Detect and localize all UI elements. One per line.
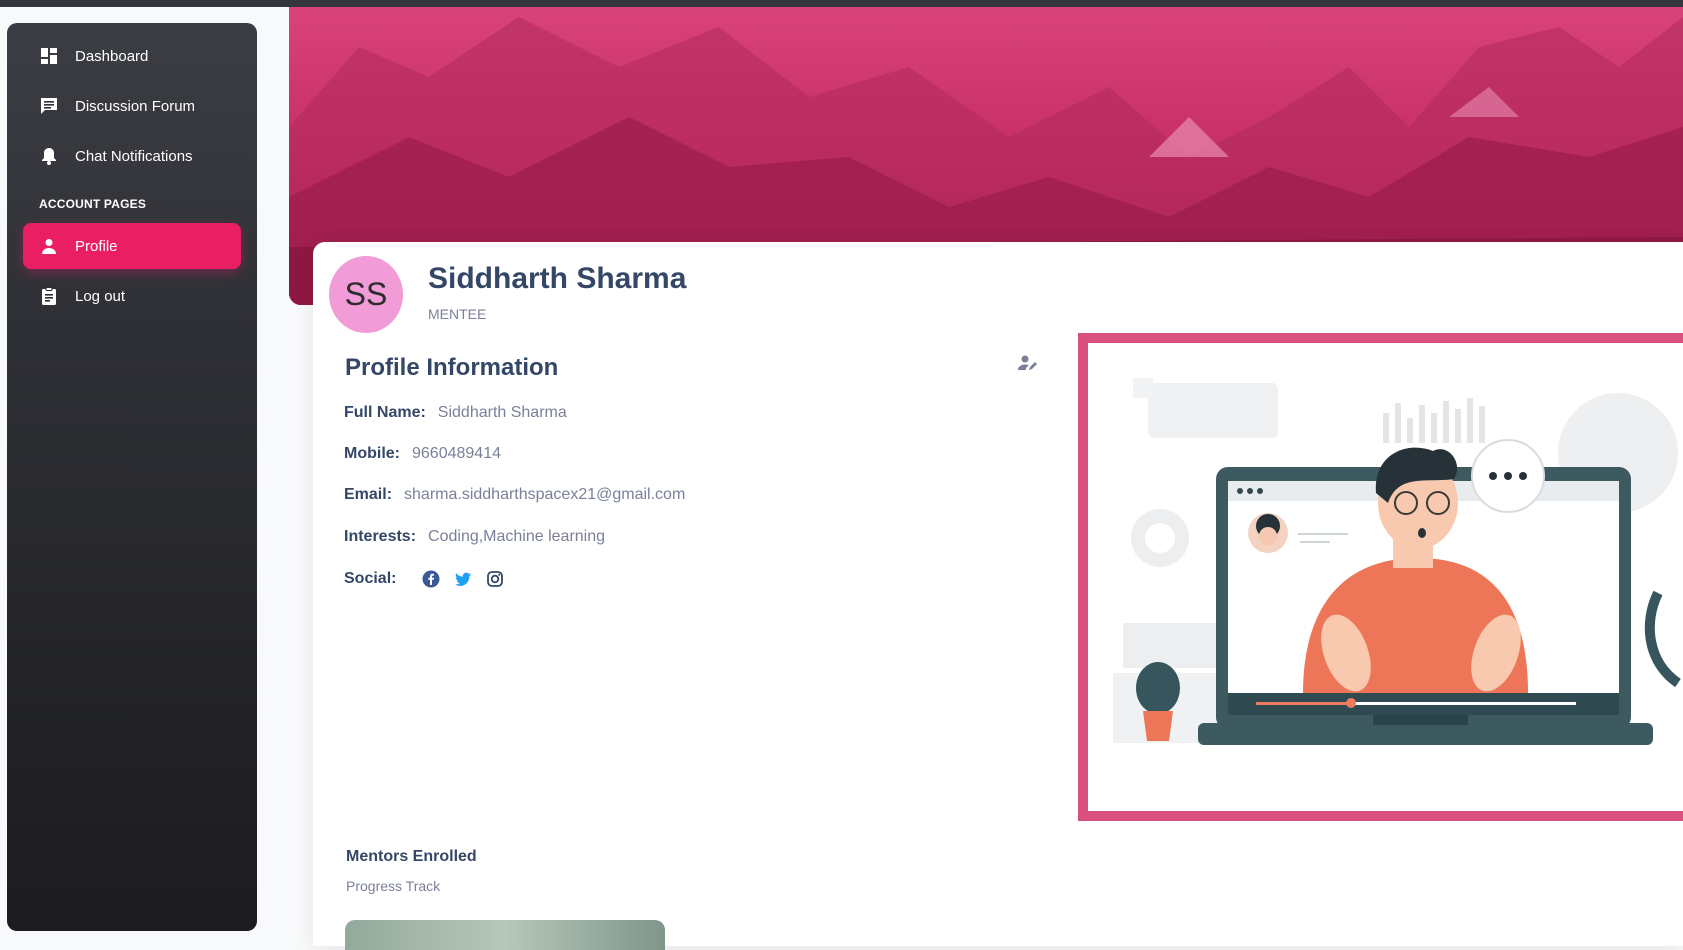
mentors-enrolled-subtitle: Progress Track — [346, 878, 441, 894]
info-row-interests: Interests: Coding,Machine learning — [344, 528, 605, 546]
clipboard-icon — [39, 286, 59, 306]
facebook-icon[interactable] — [422, 570, 440, 588]
info-value: sharma.siddharthspacex21@gmail.com — [404, 486, 686, 503]
sidebar-item-label: Dashboard — [75, 47, 149, 65]
sidebar-item-label: Discussion Forum — [75, 97, 196, 115]
info-row-full-name: Full Name: Siddharth Sharma — [344, 404, 567, 422]
top-bar — [0, 0, 1683, 7]
profile-name: Siddharth Sharma — [428, 262, 687, 295]
profile-information-title: Profile Information — [345, 354, 559, 381]
section-title-account-pages: ACCOUNT PAGES — [39, 197, 147, 211]
illustration-frame — [1078, 333, 1683, 821]
video-call-illustration — [1113, 378, 1681, 745]
sidebar-item-discussion-forum[interactable]: Discussion Forum — [23, 83, 241, 129]
info-label: Interests: — [344, 528, 417, 545]
sidebar-item-label: Profile — [75, 237, 118, 255]
sidebar: Dashboard Discussion Forum Chat Notifica… — [7, 23, 257, 931]
twitter-icon[interactable] — [454, 570, 472, 588]
sidebar-item-dashboard[interactable]: Dashboard — [23, 33, 241, 79]
dashboard-icon — [39, 46, 59, 66]
sidebar-item-profile[interactable]: Profile — [23, 223, 241, 269]
sidebar-item-chat-notifications[interactable]: Chat Notifications — [23, 133, 241, 179]
info-value: 9660489414 — [412, 445, 501, 462]
profile-role: MENTEE — [428, 306, 487, 322]
sidebar-item-label: Chat Notifications — [75, 147, 193, 165]
avatar-initials: SS — [344, 276, 388, 312]
edit-profile-icon[interactable] — [1018, 353, 1038, 373]
avatar: SS — [329, 256, 403, 333]
sidebar-item-logout[interactable]: Log out — [23, 273, 241, 319]
person-icon — [39, 236, 59, 256]
info-label: Mobile: — [344, 445, 400, 462]
info-label: Social: — [344, 570, 397, 587]
info-row-mobile: Mobile: 9660489414 — [344, 445, 501, 463]
bell-icon — [39, 146, 59, 166]
info-row-email: Email: sharma.siddharthspacex21@gmail.co… — [344, 486, 685, 504]
info-label: Full Name: — [344, 404, 426, 421]
mentors-enrolled-title: Mentors Enrolled — [346, 848, 477, 865]
info-label: Email: — [344, 486, 393, 503]
forum-icon — [39, 96, 59, 116]
instagram-icon[interactable] — [486, 570, 504, 588]
sidebar-item-label: Log out — [75, 287, 126, 305]
info-value: Siddharth Sharma — [437, 404, 567, 421]
info-row-social: Social: — [344, 570, 504, 588]
info-value: Coding,Machine learning — [428, 528, 606, 545]
